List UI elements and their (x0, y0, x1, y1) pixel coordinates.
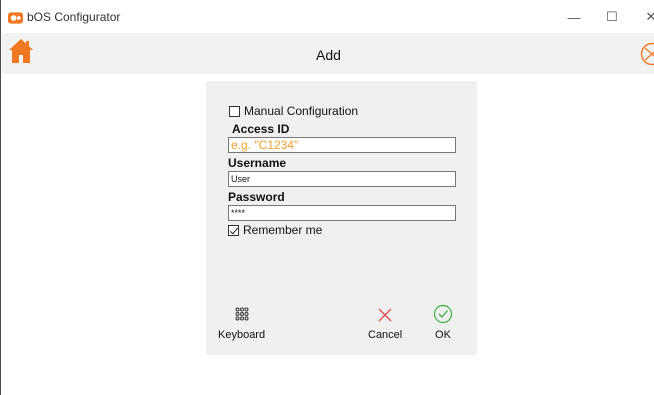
checkbox-box[interactable] (229, 105, 240, 117)
checkbox-box[interactable] (228, 224, 239, 236)
ok-icon (433, 304, 453, 324)
password-input[interactable]: **** (228, 205, 456, 221)
ok-button[interactable]: OK (433, 304, 453, 341)
close-button[interactable]: ✕ (637, 6, 654, 28)
page-title: Add (316, 47, 341, 63)
cancel-label: Cancel (368, 329, 403, 341)
username-label: Username (228, 156, 287, 170)
ok-label: OK (435, 329, 451, 341)
bos-logo-icon (640, 42, 654, 66)
keyboard-label: Keyboard (218, 329, 266, 341)
remember-me-checkbox[interactable]: Remember me (228, 223, 322, 237)
minimize-button[interactable]: — (560, 6, 588, 28)
title-bar: bOS Configurator — ☐ ✕ (1, 0, 654, 33)
username-input[interactable]: User (228, 171, 456, 187)
maximize-button[interactable]: ☐ (598, 6, 626, 28)
manual-configuration-label: Manual Configuration (244, 104, 359, 118)
app-window: bOS Configurator — ☐ ✕ Add Manual Config… (0, 0, 654, 395)
access-id-label: Access ID (232, 122, 290, 136)
cancel-icon (378, 308, 392, 322)
bos-app-icon (8, 12, 23, 24)
remember-me-label: Remember me (243, 223, 323, 237)
manual-configuration-checkbox[interactable]: Manual Configuration (229, 104, 358, 118)
access-id-input[interactable]: e.g. "C1234" (228, 137, 456, 153)
keyboard-icon (235, 307, 249, 321)
cancel-button[interactable]: Cancel (368, 307, 402, 341)
add-form-panel: Manual Configuration Access ID e.g. "C12… (206, 81, 477, 355)
keyboard-button[interactable]: Keyboard (218, 307, 265, 341)
window-title: bOS Configurator (27, 10, 121, 24)
header-bar: Add (2, 33, 654, 74)
password-label: Password (228, 190, 285, 204)
